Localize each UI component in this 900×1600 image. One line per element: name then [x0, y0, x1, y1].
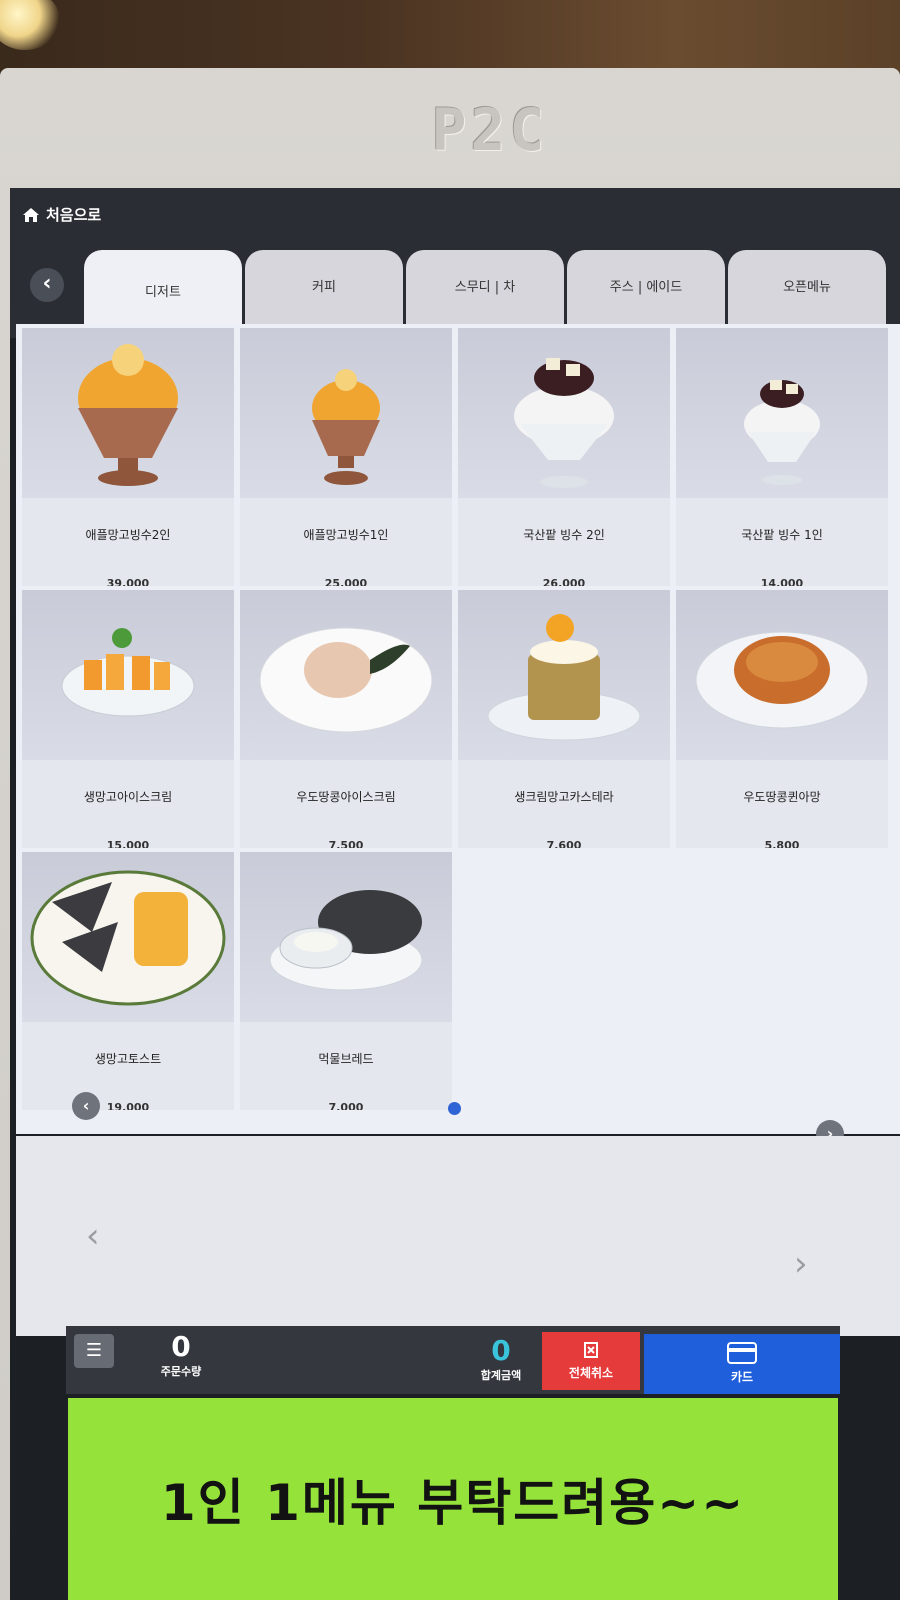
menu-item-price: 39,000 — [106, 577, 150, 586]
tab-scroll-left-button[interactable]: ‹ — [30, 268, 64, 302]
card-payment-button[interactable]: 카드 — [644, 1334, 840, 1394]
menu-item-price: 7,600 — [546, 839, 582, 848]
menu-item-name: 우도땅콩아이스크림 — [296, 790, 396, 804]
menu-item-card[interactable]: 생크림망고카스테라 7,600 — [458, 590, 670, 848]
menu-item-price: 15,000 — [106, 839, 150, 848]
page-indicator: ‹ › — [16, 1092, 900, 1148]
menu-item-name: 애플망고빙수2인 — [85, 528, 171, 542]
trash-icon — [584, 1342, 598, 1358]
menu-item-price: 14,000 — [760, 577, 804, 586]
order-quantity-label: 주문수량 — [160, 1365, 202, 1378]
menu-item-name: 우도땅콩퀸아망 — [743, 790, 821, 804]
prev-page-button[interactable]: ‹ — [72, 1092, 100, 1120]
menu-item-card[interactable]: 국산팥 빙수 1인 14,000 — [676, 328, 888, 586]
mango-toast-icon — [22, 852, 234, 1022]
menu-grid: 애플망고빙수2인 39,000 애플망고빙수1인 25,000 국산팥 빙수 2… — [16, 324, 900, 1148]
menu-item-price: 26,000 — [542, 577, 586, 586]
menu-item-name: 생망고아이스크림 — [83, 790, 173, 804]
menu-item-card[interactable]: 우도땅콩퀸아망 5,800 — [676, 590, 888, 848]
cart-list-area: ‹ › — [16, 1136, 900, 1336]
menu-item-card[interactable]: 애플망고빙수2인 39,000 — [22, 328, 234, 586]
tab-coffee[interactable]: 커피 — [245, 250, 403, 330]
redbean-bingsu-icon — [676, 328, 888, 498]
redbean-bingsu-icon — [458, 328, 670, 498]
peanut-icecream-icon — [240, 590, 452, 760]
menu-item-price: 25,000 — [324, 577, 368, 586]
menu-item-name: 먹물브레드 — [318, 1052, 374, 1066]
cancel-all-button[interactable]: 전체취소 — [542, 1332, 640, 1390]
cart-prev-arrow-icon[interactable]: ‹ — [86, 1216, 100, 1256]
menu-item-name: 국산팥 빙수 1인 — [741, 528, 823, 542]
menu-item-name: 생크림망고카스테라 — [514, 790, 614, 804]
kouign-amann-icon — [676, 590, 888, 760]
credit-card-icon — [727, 1342, 757, 1364]
cancel-all-label: 전체취소 — [568, 1366, 614, 1380]
order-quantity-value: 0 — [171, 1330, 191, 1363]
menu-item-card[interactable]: 우도땅콩아이스크림 7,500 — [240, 590, 452, 848]
order-total-value: 0 — [491, 1334, 511, 1367]
kiosk-screen: 처음으로 ‹ 디저트 커피 스무디 | 차 주스 | 에이드 오픈메뉴 애플망고… — [10, 188, 900, 1600]
home-icon — [23, 207, 39, 222]
mango-castella-icon — [458, 590, 670, 760]
order-quantity: 0 주문수량 — [146, 1330, 216, 1379]
menu-item-card[interactable]: 애플망고빙수1인 25,000 — [240, 328, 452, 586]
card-payment-label: 카드 — [730, 1370, 754, 1384]
home-label: 처음으로 — [46, 206, 102, 224]
menu-item-card[interactable]: 생망고아이스크림 15,000 — [22, 590, 234, 848]
tab-open-menu[interactable]: 오픈메뉴 — [728, 250, 886, 330]
menu-item-card[interactable]: 먹물브레드 7,000 — [240, 852, 452, 1110]
cart-next-arrow-icon[interactable]: › — [794, 1244, 808, 1284]
menu-list-button[interactable]: ☰ — [74, 1334, 114, 1368]
menu-item-card[interactable]: 생망고토스트 19,000 — [22, 852, 234, 1110]
tab-smoothie-tea[interactable]: 스무디 | 차 — [406, 250, 564, 330]
order-bar: ☰ 0 주문수량 0 합계금액 전체취소 카드 — [66, 1326, 840, 1394]
menu-item-card[interactable]: 국산팥 빙수 2인 26,000 — [458, 328, 670, 586]
order-total-label: 합계금액 — [480, 1369, 522, 1382]
squid-ink-bread-icon — [240, 852, 452, 1022]
menu-item-price: 5,800 — [764, 839, 800, 848]
menu-item-name: 생망고토스트 — [94, 1052, 162, 1066]
menu-item-price: 7,500 — [328, 839, 364, 848]
page-dot[interactable] — [448, 1102, 461, 1115]
menu-item-name: 국산팥 빙수 2인 — [523, 528, 605, 542]
mango-bingsu-icon — [22, 328, 234, 498]
menu-item-name: 애플망고빙수1인 — [303, 528, 389, 542]
brand-logo: P2C — [431, 96, 549, 164]
tab-juice-ade[interactable]: 주스 | 에이드 — [567, 250, 725, 330]
mango-bingsu-icon — [240, 328, 452, 498]
top-bar: 처음으로 ‹ 디저트 커피 스무디 | 차 주스 | 에이드 오픈메뉴 — [10, 188, 900, 340]
home-button[interactable]: 처음으로 — [22, 204, 101, 225]
notice-banner: 1인 1메뉴 부탁드려용~~ — [68, 1398, 838, 1600]
ceiling-lamp — [0, 0, 60, 50]
order-total: 0 합계금액 — [466, 1334, 536, 1383]
mango-icecream-icon — [22, 590, 234, 760]
